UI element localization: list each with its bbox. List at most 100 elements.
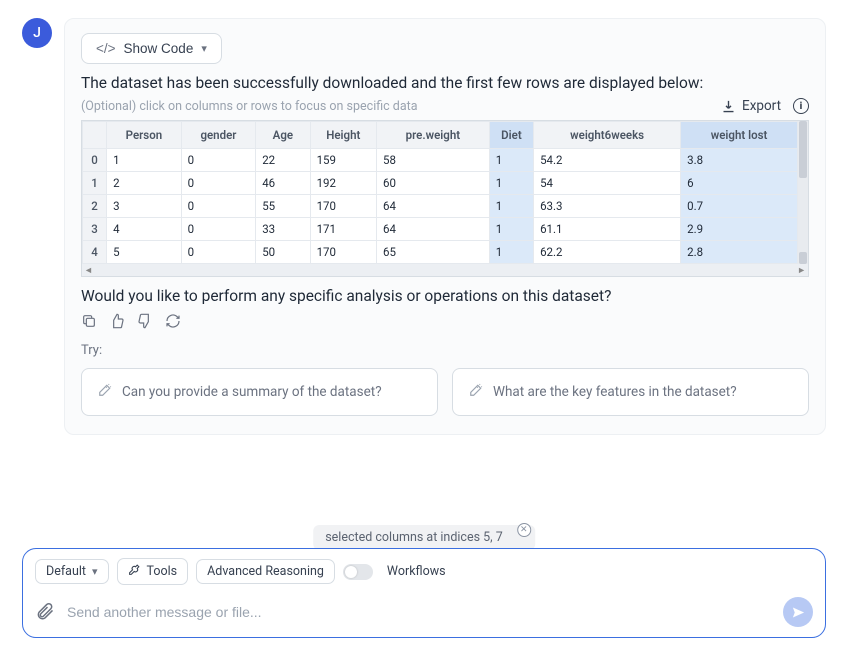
message-input[interactable]: [67, 604, 771, 620]
table-cell[interactable]: 1: [489, 195, 533, 218]
wand-icon: [469, 383, 483, 401]
suggestion-2[interactable]: What are the key features in the dataset…: [452, 368, 809, 416]
table-cell[interactable]: 192: [310, 172, 376, 195]
table-cell[interactable]: 2: [107, 172, 182, 195]
regenerate-icon[interactable]: [165, 313, 181, 329]
table-cell[interactable]: 64: [377, 195, 490, 218]
vertical-scrollbar[interactable]: [798, 121, 808, 264]
export-label: Export: [742, 98, 781, 114]
table-row[interactable]: 2305517064163.30.7: [83, 195, 798, 218]
table-cell[interactable]: 0: [181, 149, 256, 172]
table-cell[interactable]: 6: [681, 172, 798, 195]
table-row[interactable]: 3403317164161.12.9: [83, 218, 798, 241]
tools-button[interactable]: Tools: [117, 558, 189, 585]
tools-label: Tools: [147, 564, 178, 579]
column-header[interactable]: pre.weight: [377, 122, 490, 149]
assistant-message-2: Would you like to perform any specific a…: [81, 287, 809, 305]
table-cell[interactable]: 61.1: [534, 218, 681, 241]
model-select[interactable]: Default ▾: [35, 559, 109, 584]
horizontal-scrollbar[interactable]: ◄►: [82, 264, 808, 276]
table-cell[interactable]: 33: [256, 218, 310, 241]
column-header[interactable]: weight6weeks: [534, 122, 681, 149]
table-hint: (Optional) click on columns or rows to f…: [81, 99, 418, 114]
selection-chip-text: selected columns at indices 5, 7: [325, 530, 503, 545]
download-icon: [721, 99, 736, 114]
table-cell[interactable]: 1: [489, 149, 533, 172]
table-cell[interactable]: 64: [377, 218, 490, 241]
table-cell[interactable]: 62.2: [534, 241, 681, 264]
row-index[interactable]: 4: [83, 241, 107, 264]
thumbs-up-icon[interactable]: [109, 313, 125, 329]
table-cell[interactable]: 0: [181, 195, 256, 218]
code-icon: </>: [96, 41, 116, 56]
table-cell[interactable]: 170: [310, 241, 376, 264]
column-header[interactable]: Age: [256, 122, 310, 149]
attach-icon[interactable]: [35, 600, 55, 624]
table-cell[interactable]: 46: [256, 172, 310, 195]
table-cell[interactable]: 22: [256, 149, 310, 172]
table-cell[interactable]: 1: [489, 218, 533, 241]
show-code-button[interactable]: </> Show Code ▾: [81, 33, 222, 64]
table-corner: [83, 122, 107, 149]
column-header[interactable]: Diet: [489, 122, 533, 149]
reasoning-label: Advanced Reasoning: [207, 564, 324, 579]
advanced-reasoning-button[interactable]: Advanced Reasoning: [196, 559, 335, 584]
table-cell[interactable]: 0: [181, 218, 256, 241]
avatar: J: [22, 18, 52, 48]
chevron-down-icon: ▾: [201, 42, 207, 55]
column-header[interactable]: gender: [181, 122, 256, 149]
wand-icon: [98, 383, 112, 401]
chevron-down-icon: ▾: [92, 565, 98, 578]
table-cell[interactable]: 4: [107, 218, 182, 241]
table-cell[interactable]: 1: [489, 172, 533, 195]
close-icon[interactable]: ✕: [517, 523, 531, 537]
message-composer: Default ▾ Tools Advanced Reasoning Workf…: [22, 548, 826, 638]
table-cell[interactable]: 1: [107, 149, 182, 172]
table-cell[interactable]: 65: [377, 241, 490, 264]
thumbs-down-icon[interactable]: [137, 313, 153, 329]
data-table[interactable]: PersongenderAgeHeightpre.weightDietweigh…: [81, 120, 809, 277]
table-cell[interactable]: 171: [310, 218, 376, 241]
table-cell[interactable]: 55: [256, 195, 310, 218]
table-cell[interactable]: 0.7: [681, 195, 798, 218]
table-cell[interactable]: 0: [181, 172, 256, 195]
selection-chip: selected columns at indices 5, 7 ✕: [313, 525, 535, 550]
table-cell[interactable]: 3.8: [681, 149, 798, 172]
wrench-icon: [128, 563, 141, 580]
table-cell[interactable]: 50: [256, 241, 310, 264]
table-cell[interactable]: 2.8: [681, 241, 798, 264]
export-button[interactable]: Export: [721, 98, 781, 114]
table-cell[interactable]: 58: [377, 149, 490, 172]
row-index[interactable]: 1: [83, 172, 107, 195]
table-cell[interactable]: 0: [181, 241, 256, 264]
table-cell[interactable]: 3: [107, 195, 182, 218]
table-cell[interactable]: 63.3: [534, 195, 681, 218]
send-button[interactable]: [783, 597, 813, 627]
table-cell[interactable]: 1: [489, 241, 533, 264]
try-label: Try:: [81, 343, 809, 358]
table-cell[interactable]: 60: [377, 172, 490, 195]
row-index[interactable]: 2: [83, 195, 107, 218]
table-row[interactable]: 12046192601546: [83, 172, 798, 195]
column-header[interactable]: Person: [107, 122, 182, 149]
assistant-response-card: </> Show Code ▾ The dataset has been suc…: [64, 18, 826, 435]
table-cell[interactable]: 159: [310, 149, 376, 172]
row-index[interactable]: 0: [83, 149, 107, 172]
table-cell[interactable]: 54.2: [534, 149, 681, 172]
suggestion-1-text: Can you provide a summary of the dataset…: [122, 384, 382, 400]
column-header[interactable]: Height: [310, 122, 376, 149]
table-cell[interactable]: 170: [310, 195, 376, 218]
table-row[interactable]: 4505017065162.22.8: [83, 241, 798, 264]
assistant-message-1: The dataset has been successfully downlo…: [81, 74, 809, 92]
table-cell[interactable]: 2.9: [681, 218, 798, 241]
info-icon[interactable]: i: [793, 98, 809, 114]
workflows-toggle[interactable]: [343, 564, 373, 580]
table-cell[interactable]: 5: [107, 241, 182, 264]
table-row[interactable]: 0102215958154.23.8: [83, 149, 798, 172]
suggestion-1[interactable]: Can you provide a summary of the dataset…: [81, 368, 438, 416]
column-header[interactable]: weight lost: [681, 122, 798, 149]
row-index[interactable]: 3: [83, 218, 107, 241]
suggestion-2-text: What are the key features in the dataset…: [493, 384, 737, 400]
copy-icon[interactable]: [81, 313, 97, 329]
table-cell[interactable]: 54: [534, 172, 681, 195]
